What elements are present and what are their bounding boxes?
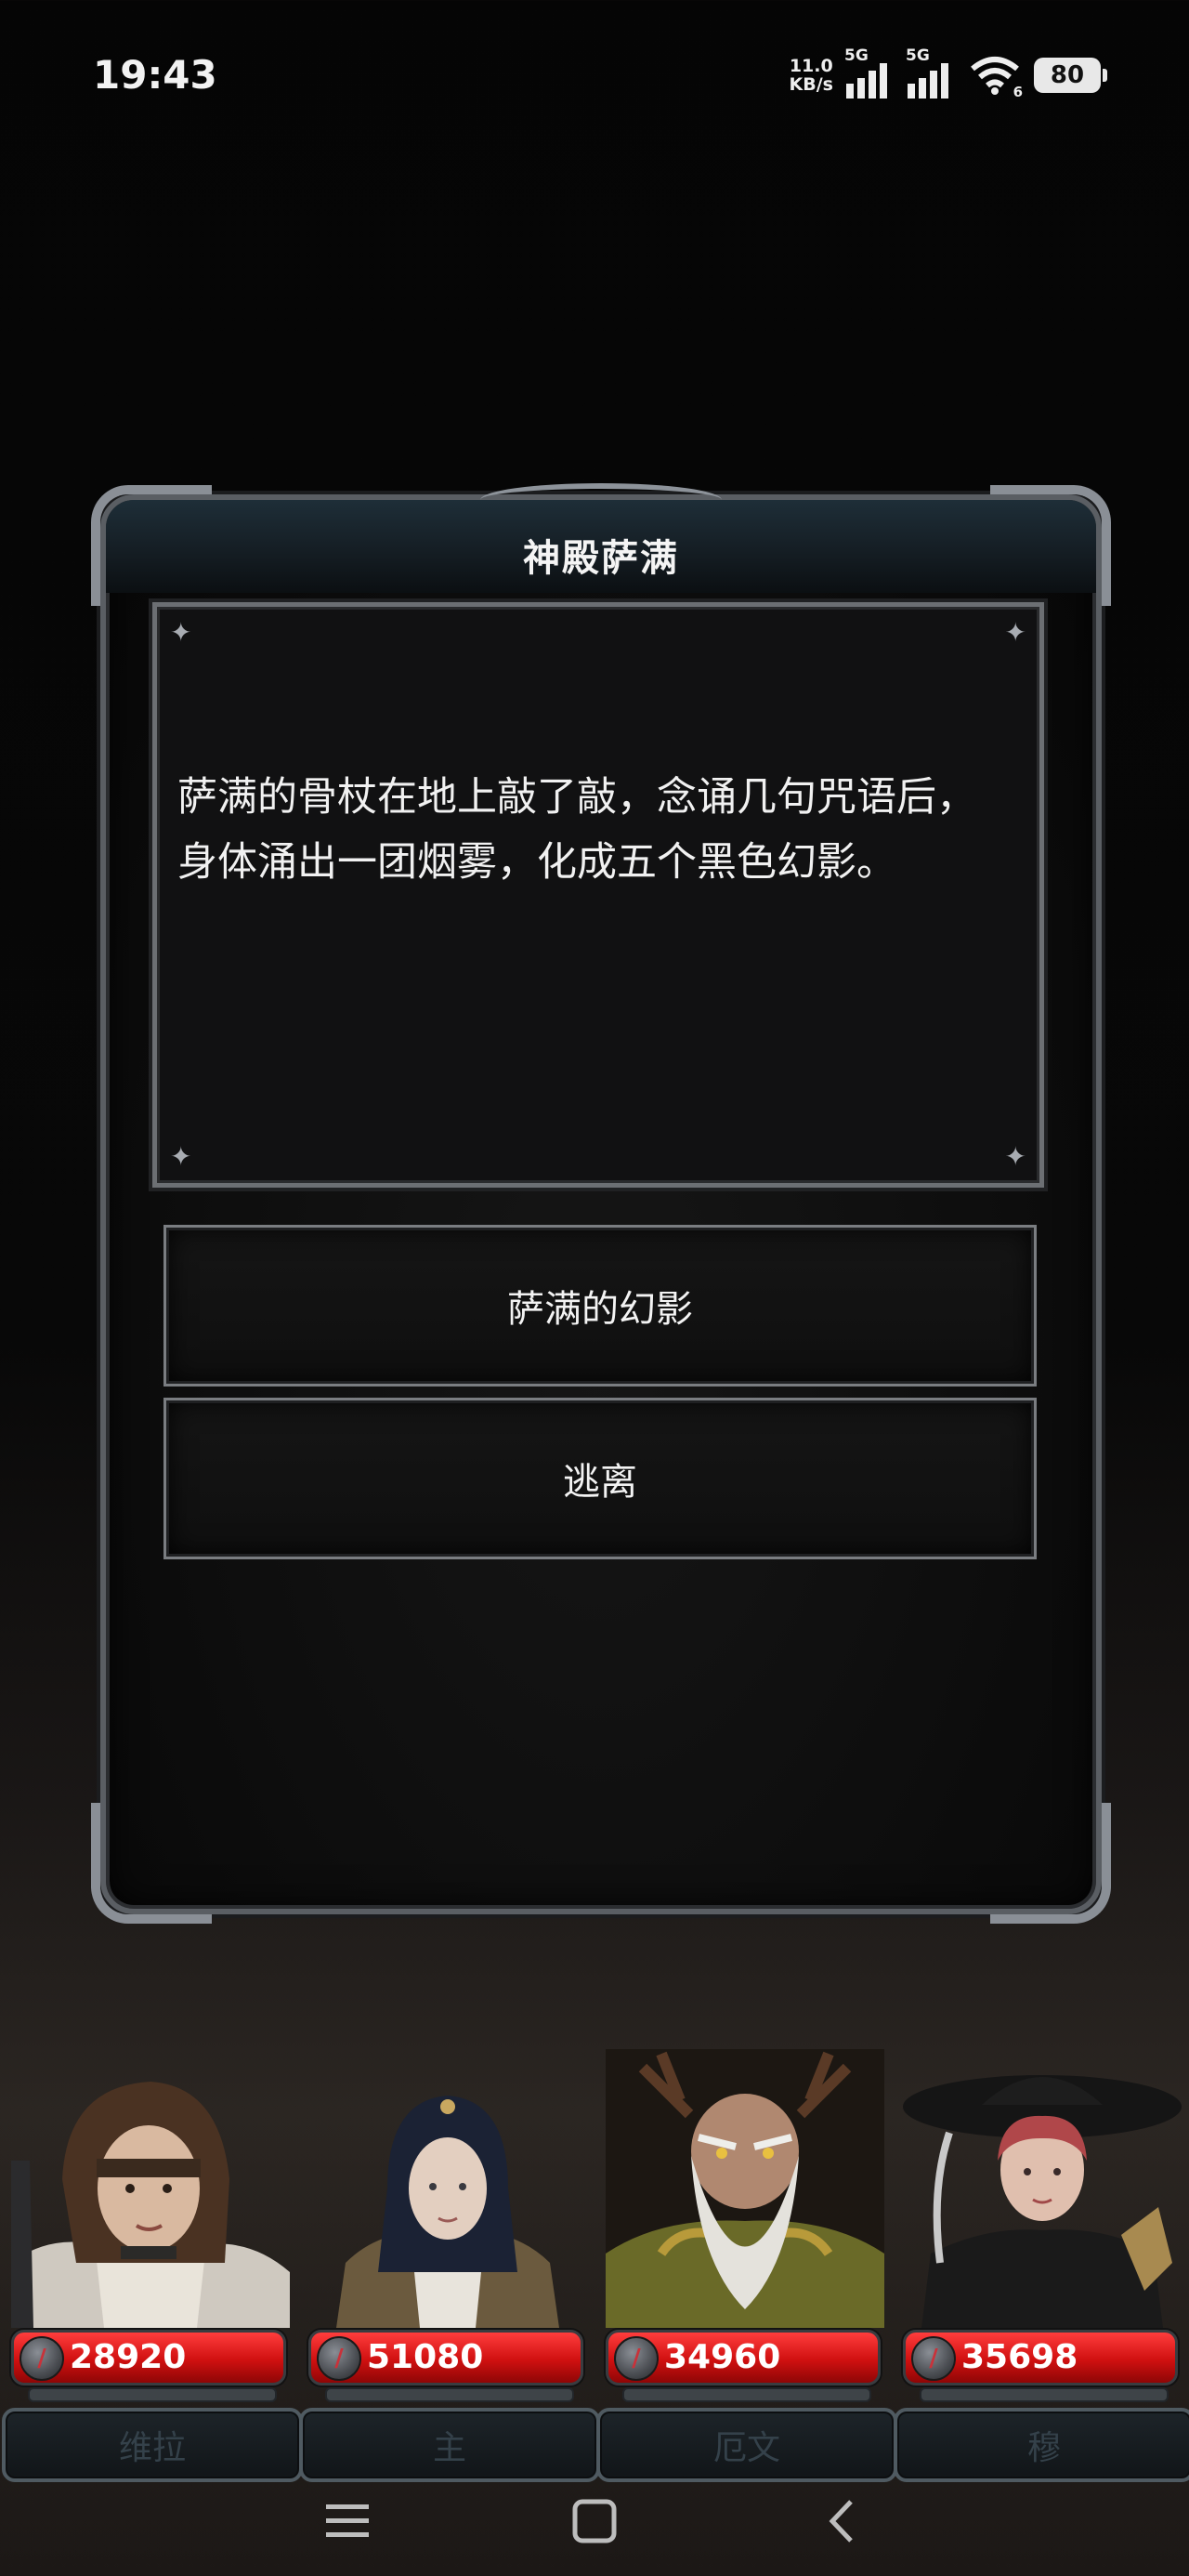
network-speed-unit: KB/s — [789, 74, 833, 95]
frame-ornament-bottom-left — [91, 1803, 212, 1924]
title-ornament-icon — [480, 483, 722, 517]
portrait-vera — [11, 2049, 290, 2328]
hp-bar: / 35698 — [903, 2330, 1178, 2385]
dialog-title: 神殿萨满 — [523, 537, 679, 580]
name-plate: 穆 — [894, 2408, 1189, 2482]
wifi-badge: 6 — [1013, 84, 1023, 100]
dialog-title-bar: 神殿萨满 — [106, 483, 1096, 619]
party-member-mu[interactable]: / 35698 穆 — [894, 2049, 1189, 2482]
party-member-erwin[interactable]: / 34960 厄文 — [596, 2049, 897, 2482]
portrait-erwin — [606, 2049, 884, 2328]
portrait-lead — [308, 2049, 587, 2328]
status-time: 19:43 — [93, 52, 217, 98]
portrait-mu — [903, 2049, 1182, 2328]
choice-shaman-phantom-button[interactable]: 萨满的幻影 — [163, 1225, 1037, 1387]
home-icon[interactable] — [557, 2489, 632, 2554]
hp-value: 28920 — [70, 2338, 187, 2376]
choice-label: 逃离 — [563, 1461, 637, 1504]
hp-bar: / 28920 — [11, 2330, 286, 2385]
menu-icon[interactable] — [310, 2489, 385, 2554]
sparkle-icon: ✦ — [170, 1141, 192, 1172]
party-member-lead[interactable]: / 51080 主 — [299, 2049, 600, 2482]
hp-value: 34960 — [664, 2338, 781, 2376]
sparkle-icon: ✦ — [1004, 617, 1026, 648]
member-name: 厄文 — [712, 2429, 780, 2467]
hp-value: 35698 — [961, 2338, 1078, 2376]
frame-ornament-bottom-right — [990, 1803, 1111, 1924]
signal-1-label: 5G — [844, 46, 869, 65]
member-name: 穆 — [1026, 2429, 1061, 2467]
signal-1-icon: 5G — [844, 46, 895, 99]
story-text: 萨满的骨杖在地上敲了敲，念诵几句咒语后，身体涌出一团烟雾，化成五个黑色幻影。 — [177, 774, 976, 886]
sparkle-icon: ✦ — [1004, 1141, 1026, 1172]
blade-icon: / — [20, 2336, 64, 2381]
hp-value: 51080 — [367, 2338, 484, 2376]
energy-bar — [920, 2387, 1169, 2402]
back-icon[interactable] — [804, 2489, 879, 2554]
network-speed-value: 11.0 — [789, 56, 833, 76]
battery-icon: 80 — [1034, 58, 1107, 93]
signal-2-icon: 5G — [906, 46, 956, 99]
blade-icon: / — [317, 2336, 361, 2381]
battery-level: 80 — [1050, 61, 1085, 89]
party-member-vera[interactable]: / 28920 维拉 — [2, 2049, 303, 2482]
story-panel: ✦ ✦ ✦ ✦ 萨满的骨杖在地上敲了敲，念诵几句咒语后，身体涌出一团烟雾，化成五… — [152, 602, 1044, 1188]
blade-icon: / — [614, 2336, 659, 2381]
status-bar: 19:43 11.0 KB/s 5G 5G 6 80 — [0, 0, 1189, 158]
name-plate: 厄文 — [596, 2408, 897, 2482]
energy-bar — [325, 2387, 574, 2402]
network-speed: 11.0 KB/s — [790, 57, 833, 94]
name-plate: 主 — [299, 2408, 600, 2482]
hp-bar: / 51080 — [308, 2330, 583, 2385]
member-name: 主 — [432, 2429, 466, 2467]
name-plate: 维拉 — [2, 2408, 303, 2482]
blade-icon: / — [911, 2336, 956, 2381]
hp-bar: / 34960 — [606, 2330, 881, 2385]
sparkle-icon: ✦ — [170, 617, 192, 648]
energy-bar — [28, 2387, 277, 2402]
signal-2-label: 5G — [906, 46, 930, 65]
member-name: 维拉 — [118, 2429, 186, 2467]
choice-label: 萨满的幻影 — [507, 1288, 693, 1331]
status-icons: 11.0 KB/s 5G 5G 6 80 — [790, 46, 1107, 100]
wifi-icon: 6 — [969, 56, 1023, 100]
energy-bar — [622, 2387, 871, 2402]
party-bar: / 28920 维拉 / 51080 主 / 34960 厄文 / 35698 … — [0, 2049, 1189, 2486]
system-nav-bar — [0, 2472, 1189, 2576]
event-dialog: 神殿萨满 ✦ ✦ ✦ ✦ 萨满的骨杖在地上敲了敲，念诵几句咒语后，身体涌出一团烟… — [91, 483, 1111, 1924]
choice-flee-button[interactable]: 逃离 — [163, 1398, 1037, 1559]
